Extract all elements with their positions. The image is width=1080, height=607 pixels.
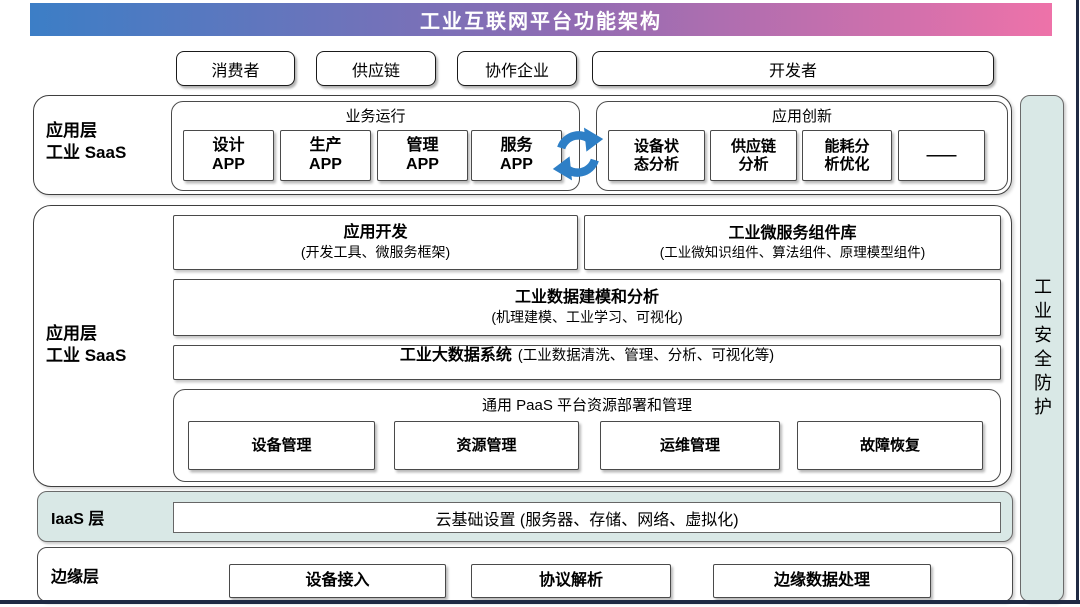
cloud-infrastructure-box: 云基础设置 (服务器、存储、网络、虚拟化)	[173, 502, 1001, 533]
big-data-system-subtitle: (工业数据清洗、管理、分析、可视化等)	[518, 347, 774, 366]
edge-box-edge-data-processing-label: 边缘数据处理	[774, 572, 870, 591]
paas-management-title: 通用 PaaS 平台资源部署和管理	[174, 394, 1000, 415]
platform-layer-label: 应用层 工业 SaaS	[46, 323, 126, 368]
paas-management-group: 通用 PaaS 平台资源部署和管理 设备管理 资源管理 运维管理 故障恢复	[173, 389, 1001, 482]
edge-box-protocol-parsing-label: 协议解析	[539, 572, 603, 591]
innovation-box-energy-optimization-line2: 析优化	[824, 156, 869, 174]
actor-label-partner-enterprise: 协作企业	[485, 57, 549, 81]
innovation-box-supply-chain-analysis: 供应链 分析	[710, 130, 797, 181]
actor-box-developer: 开发者	[592, 51, 994, 86]
cloud-infrastructure-label: 云基础设置 (服务器、存储、网络、虚拟化)	[435, 506, 738, 530]
data-modeling-title: 工业数据建模和分析	[515, 288, 659, 308]
app-box-production-line1: 生产	[309, 137, 341, 156]
saas-layer-label-line1: 应用层	[46, 120, 126, 142]
actor-box-partner-enterprise: 协作企业	[457, 51, 577, 86]
diagram-title-banner: 工业互联网平台功能架构	[30, 3, 1052, 36]
innovation-box-supply-chain-analysis-line2: 分析	[738, 156, 768, 174]
saas-layer-section: 应用层 工业 SaaS 业务运行 设计 APP 生产 APP 管理 APP 服务…	[33, 95, 1012, 195]
app-box-design-line2: APP	[212, 156, 245, 175]
right-border-bar	[1076, 0, 1079, 604]
application-innovation-title: 应用创新	[597, 105, 1007, 126]
mgmt-box-operations-management-label: 运维管理	[660, 437, 720, 455]
innovation-box-device-status-line2: 态分析	[634, 156, 679, 174]
security-protection-label: 工业安全防护	[1029, 277, 1055, 421]
mgmt-box-resource-management: 资源管理	[394, 421, 579, 470]
diagram-title: 工业互联网平台功能架构	[420, 5, 662, 34]
application-innovation-group: 应用创新 设备状 态分析 供应链 分析 能耗分 析优化 ——	[596, 101, 1008, 191]
innovation-box-placeholder: ——	[898, 130, 985, 181]
saas-layer-label-line2: 工业 SaaS	[46, 142, 126, 164]
actor-label-consumer: 消费者	[211, 57, 259, 81]
innovation-box-placeholder-label: ——	[927, 147, 957, 165]
edge-layer-label: 边缘层	[51, 548, 99, 601]
actor-label-developer: 开发者	[769, 57, 817, 81]
sync-arrows-icon	[548, 123, 608, 185]
edge-box-device-access: 设备接入	[229, 564, 446, 598]
mgmt-box-operations-management: 运维管理	[600, 421, 780, 470]
app-development-subtitle: (开发工具、微服务框架)	[301, 243, 450, 261]
bottom-border-bar	[0, 600, 1080, 604]
mgmt-box-fault-recovery-label: 故障恢复	[860, 437, 920, 455]
app-development-title: 应用开发	[343, 223, 407, 243]
app-box-design-line1: 设计	[212, 137, 244, 156]
data-modeling-box: 工业数据建模和分析 (机理建模、工业学习、可视化)	[173, 279, 1001, 336]
mgmt-box-device-management-label: 设备管理	[251, 437, 311, 455]
data-modeling-subtitle: (机理建模、工业学习、可视化)	[491, 308, 682, 326]
iaas-layer-label: IaaS 层	[51, 492, 104, 541]
innovation-box-supply-chain-analysis-line1: 供应链	[731, 138, 776, 156]
business-operation-group: 业务运行 设计 APP 生产 APP 管理 APP 服务 APP	[171, 101, 580, 191]
edge-box-edge-data-processing: 边缘数据处理	[713, 564, 931, 598]
app-box-production-line2: APP	[309, 156, 342, 175]
platform-layer-section: 应用层 工业 SaaS 应用开发 (开发工具、微服务框架) 工业微服务组件库 (…	[33, 205, 1012, 487]
actor-label-supply-chain: 供应链	[352, 57, 400, 81]
mgmt-box-fault-recovery: 故障恢复	[797, 421, 983, 470]
innovation-box-energy-optimization-line1: 能耗分	[824, 138, 869, 156]
actor-box-supply-chain: 供应链	[316, 51, 436, 86]
app-box-management-line1: 管理	[406, 137, 438, 156]
saas-layer-label: 应用层 工业 SaaS	[46, 120, 126, 165]
mgmt-box-device-management: 设备管理	[188, 421, 375, 470]
microservice-library-box: 工业微服务组件库 (工业微知识组件、算法组件、原理模型组件)	[584, 215, 1001, 270]
app-box-management: 管理 APP	[377, 130, 468, 181]
business-operation-title: 业务运行	[172, 105, 579, 126]
big-data-system-box: 工业大数据系统 (工业数据清洗、管理、分析、可视化等)	[173, 345, 1001, 380]
security-protection-bar: 工业安全防护	[1020, 95, 1064, 602]
app-box-management-line2: APP	[406, 156, 439, 175]
app-box-design: 设计 APP	[183, 130, 274, 181]
platform-layer-label-line2: 工业 SaaS	[46, 345, 126, 367]
iaas-layer-row: IaaS 层 云基础设置 (服务器、存储、网络、虚拟化)	[37, 491, 1013, 542]
innovation-box-device-status: 设备状 态分析	[608, 130, 705, 181]
big-data-system-title: 工业大数据系统	[400, 346, 512, 366]
mgmt-box-resource-management-label: 资源管理	[456, 437, 516, 455]
innovation-box-energy-optimization: 能耗分 析优化	[802, 130, 892, 181]
architecture-diagram: 工业互联网平台功能架构 消费者 供应链 协作企业 开发者 应用层 工业 SaaS…	[0, 0, 1080, 607]
app-box-production: 生产 APP	[280, 130, 371, 181]
edge-layer-row: 边缘层 设备接入 协议解析 边缘数据处理	[37, 547, 1013, 602]
platform-layer-label-line1: 应用层	[46, 323, 126, 345]
app-development-box: 应用开发 (开发工具、微服务框架)	[173, 215, 578, 270]
actor-box-consumer: 消费者	[176, 51, 295, 86]
microservice-library-subtitle: (工业微知识组件、算法组件、原理模型组件)	[660, 244, 926, 262]
app-box-service-line2: APP	[500, 156, 533, 175]
edge-box-protocol-parsing: 协议解析	[471, 564, 671, 598]
microservice-library-title: 工业微服务组件库	[728, 224, 856, 244]
edge-box-device-access-label: 设备接入	[305, 572, 369, 591]
app-box-service-line1: 服务	[500, 137, 532, 156]
innovation-box-device-status-line1: 设备状	[634, 138, 679, 156]
